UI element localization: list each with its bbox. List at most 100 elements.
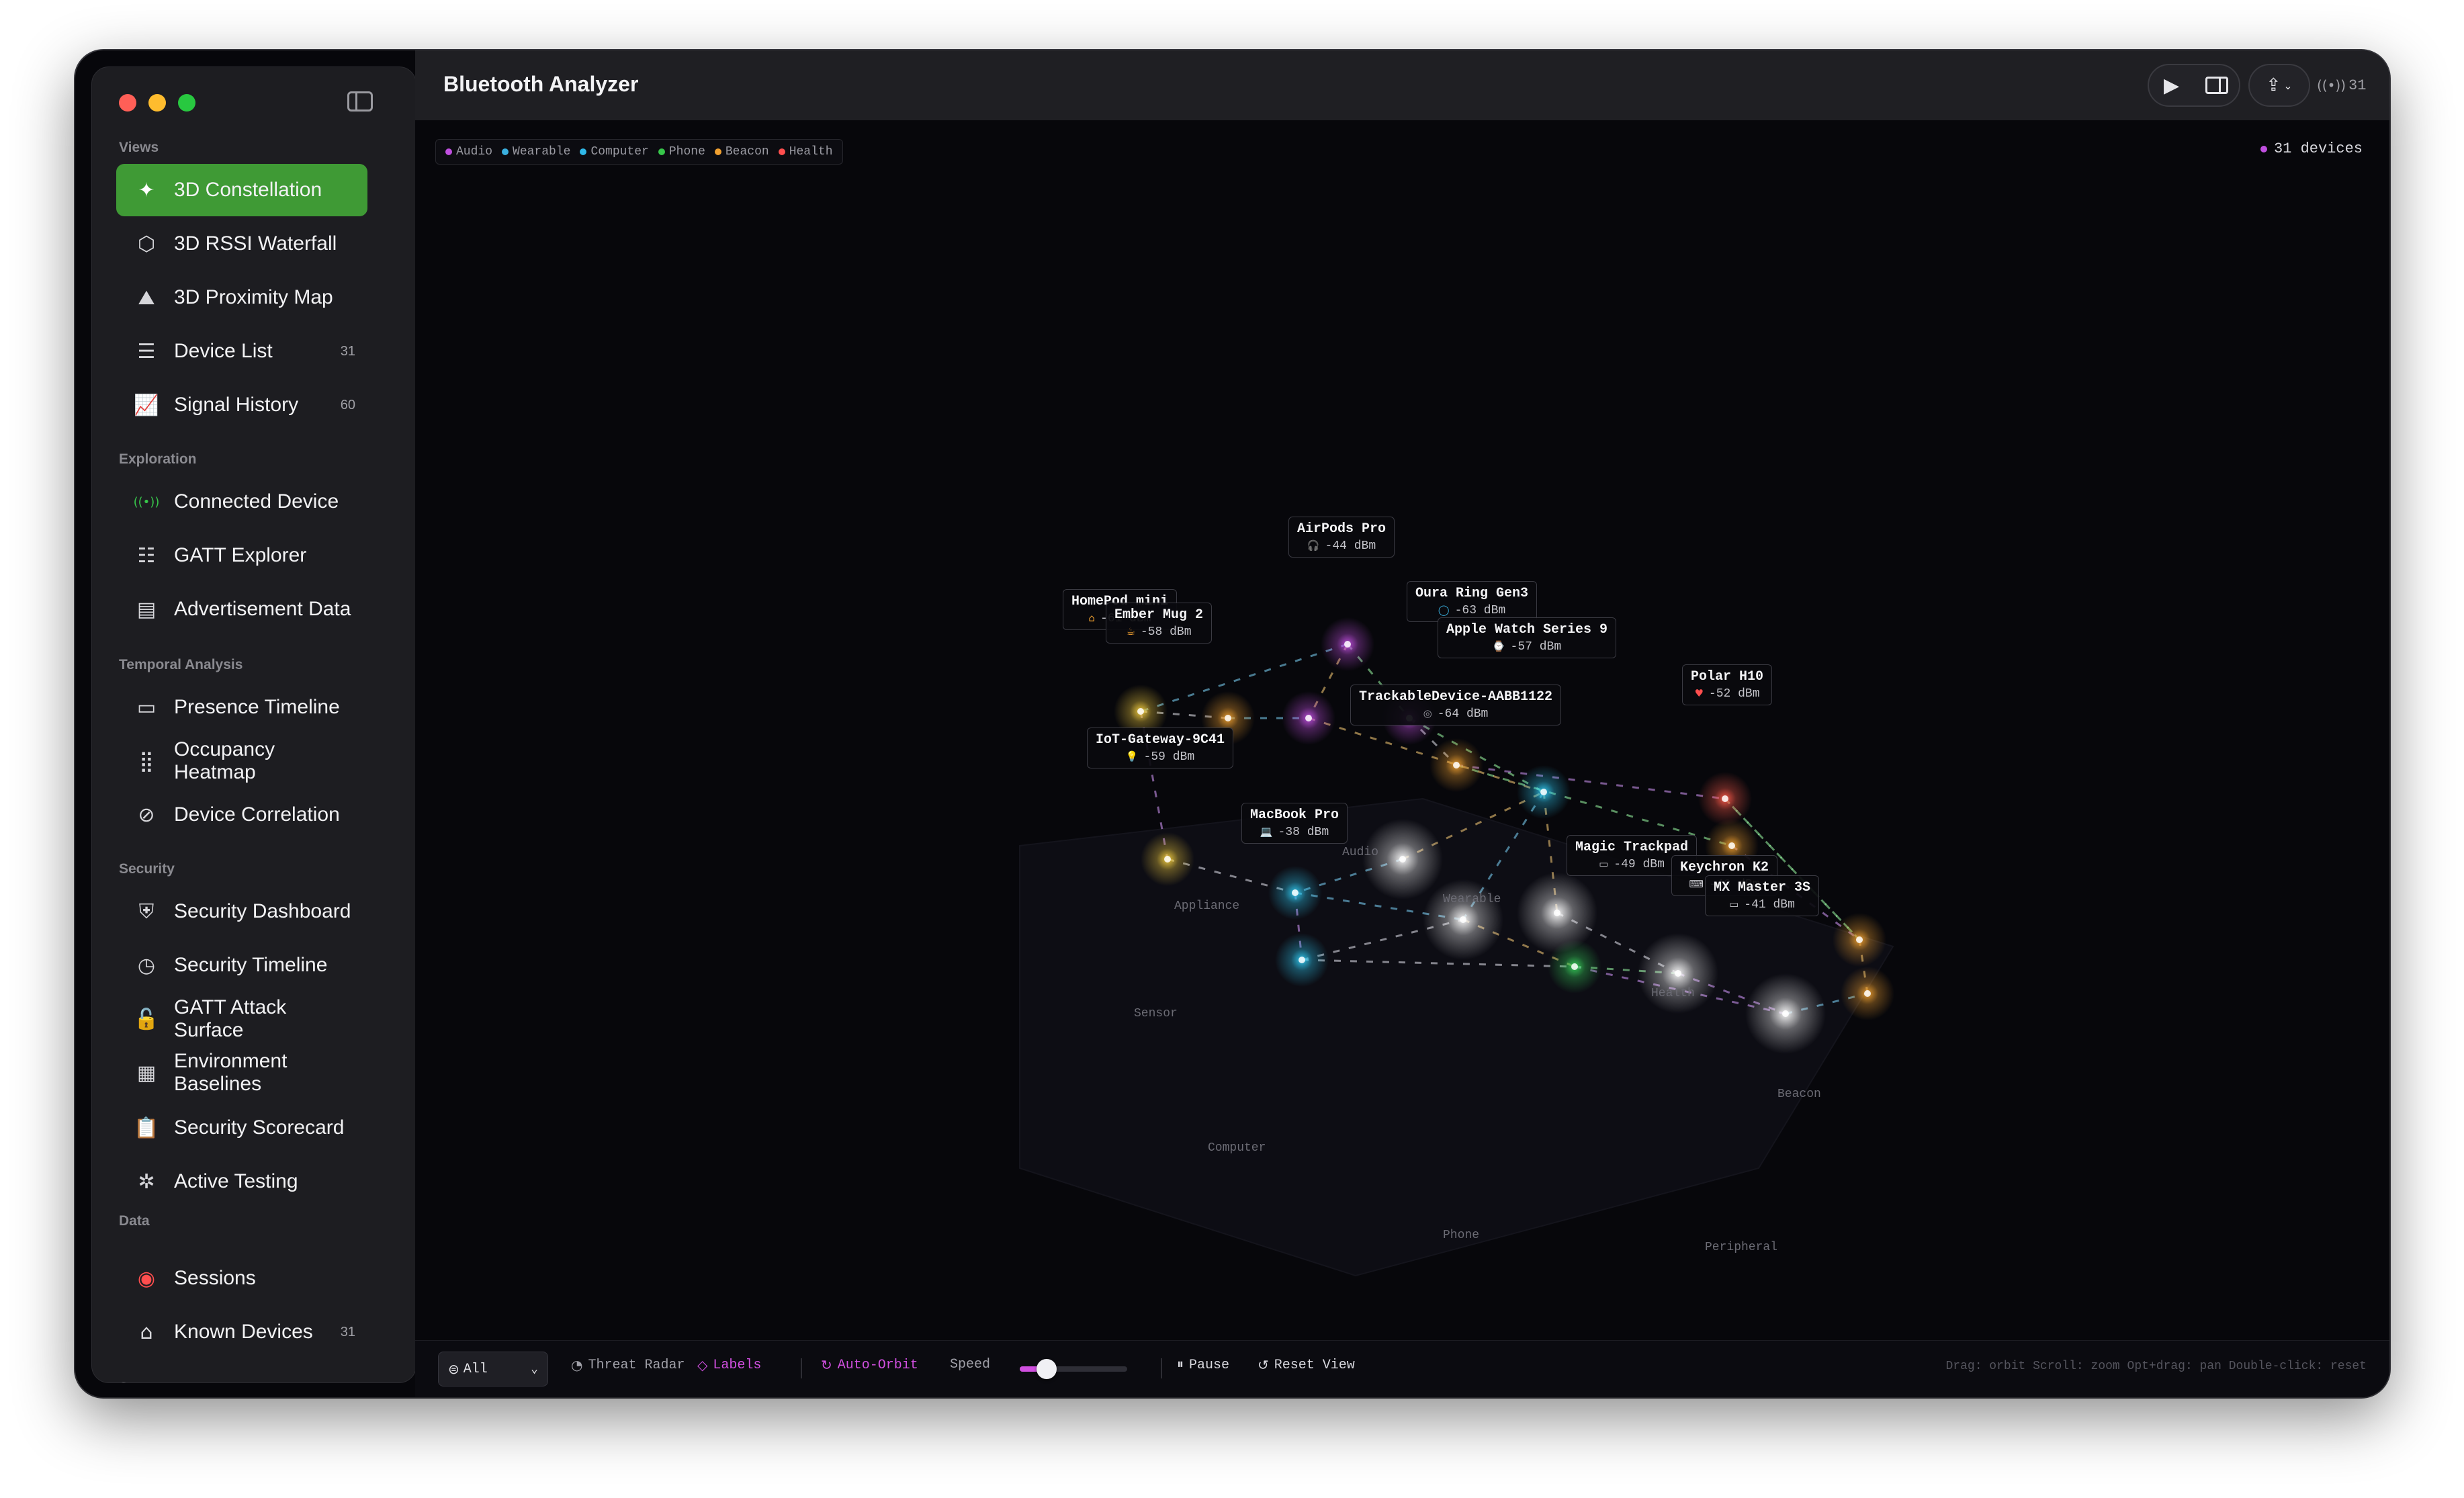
auto-orbit-toggle[interactable]: ↻ Auto-Orbit	[821, 1357, 918, 1373]
legend-dot-icon	[714, 148, 721, 155]
legend-dot-icon	[445, 148, 452, 155]
device-label[interactable]: MX Master 3S ▭ -41 dBm	[1705, 875, 1820, 916]
sidebar-item-device-correlation[interactable]: ⊘ Device Correlation	[116, 789, 367, 841]
device-node	[1460, 916, 1466, 923]
device-rssi: 💻 -38 dBm	[1250, 826, 1339, 839]
sidebar-item-security-scorecard[interactable]: 📋 Security Scorecard	[116, 1102, 367, 1154]
threat-radar-toggle[interactable]: ◔ Threat Radar	[571, 1357, 685, 1373]
sidebar-item-label: Device List	[174, 340, 273, 362]
sidebar-item-connected-device[interactable]: ((•)) Connected Device	[116, 476, 367, 528]
device-label[interactable]: Oura Ring Gen3 ◯ -63 dBm	[1407, 581, 1538, 622]
device-label[interactable]: Polar H10 ♥ -52 dBm	[1682, 664, 1773, 705]
inspector-toggle-button[interactable]	[2194, 65, 2239, 105]
sidebar-item-security-dashboard[interactable]: ⛨ Security Dashboard	[116, 885, 367, 938]
sidebar-item-label: Security Timeline	[174, 954, 328, 976]
sidebar-item-gatt-explorer[interactable]: ☷ GATT Explorer	[116, 529, 367, 582]
device-rssi: ◯ -63 dBm	[1415, 604, 1528, 617]
section-title: Data	[119, 1213, 150, 1229]
device-label[interactable]: AirPods Pro 🎧 -44 dBm	[1288, 517, 1395, 558]
rssi-value: -44 dBm	[1325, 539, 1376, 553]
device-rssi: ◎ -64 dBm	[1359, 707, 1552, 721]
devices-dot-icon	[2260, 145, 2267, 152]
play-button[interactable]: ▶	[2149, 65, 2194, 105]
constellation-scene[interactable]	[415, 120, 2389, 1343]
speed-slider[interactable]	[1020, 1359, 1127, 1379]
sidebar-item-sessions[interactable]: ◉ Sessions	[116, 1252, 367, 1305]
legend-label: Audio	[456, 145, 493, 159]
device-node	[1728, 842, 1735, 849]
sidebar-item-count: 31	[340, 343, 355, 359]
legend-dot-icon	[778, 148, 785, 155]
ladybug-icon: ✲	[138, 1170, 155, 1194]
category-legend: Audio Wearable Computer Phone Beacon Health	[435, 139, 843, 165]
axis-label: Appliance	[1174, 899, 1240, 913]
pause-button[interactable]: ⏸ Pause	[1177, 1357, 1229, 1374]
device-name: Apple Watch Series 9	[1446, 622, 1608, 637]
sidebar-item-active-testing[interactable]: ✲ Active Testing	[116, 1155, 367, 1208]
device-label[interactable]: IoT-Gateway-9C41 💡 -59 dBm	[1087, 728, 1234, 768]
axis-label: Audio	[1342, 846, 1379, 859]
category-filter-select[interactable]: ⊜ All ⌄	[438, 1352, 548, 1386]
clock-shield-icon: ◷	[137, 953, 156, 977]
device-rssi: ⌚ -57 dBm	[1446, 640, 1608, 654]
watch-icon: ⌚	[1492, 640, 1505, 652]
minimize-window-button[interactable]	[148, 94, 166, 112]
title-bar: Bluetooth Analyzer ▶ ⇪ ⌄ ((•)) 31	[415, 50, 2389, 122]
sidebar-item-environment-baselines[interactable]: ▦ Environment Baselines	[116, 1047, 367, 1099]
device-name: TrackableDevice-AABB1122	[1359, 689, 1553, 705]
device-name: IoT-Gateway-9C41	[1096, 732, 1225, 748]
legend-item: Health	[778, 145, 833, 159]
device-count-indicator[interactable]: ((•)) 31	[2317, 64, 2376, 107]
sidebar-item-3d-proximity-map[interactable]: ⛰ 3D Proximity Map	[116, 271, 367, 324]
building-icon: ▦	[136, 1061, 157, 1085]
sidebar-item-known-devices[interactable]: ⌂ Known Devices 31	[116, 1306, 367, 1358]
pause-icon: ⏸	[1177, 1358, 1184, 1373]
chart-line-icon: 📈	[134, 393, 159, 417]
zoom-window-button[interactable]	[178, 94, 195, 112]
device-label[interactable]: Ember Mug 2 ☕ -58 dBm	[1106, 603, 1213, 644]
grid-icon: ⣿	[139, 749, 154, 773]
rssi-value: -59 dBm	[1143, 750, 1195, 764]
sidebar-item-label: Signal History	[174, 394, 299, 416]
sidebar-item-count: 60	[340, 397, 355, 412]
sidebar-item-presence-timeline[interactable]: ▭ Presence Timeline	[116, 681, 367, 734]
close-window-button[interactable]	[119, 94, 136, 112]
axis-label: Beacon	[1777, 1088, 1821, 1101]
device-name: Polar H10	[1691, 669, 1764, 685]
sidebar-item-device-list[interactable]: ☰ Device List 31	[116, 325, 367, 378]
device-label[interactable]: MacBook Pro 💻 -38 dBm	[1241, 803, 1348, 844]
legend-item: Phone	[658, 145, 705, 159]
reset-view-button[interactable]: ↺ Reset View	[1258, 1357, 1355, 1373]
device-label[interactable]: Apple Watch Series 9 ⌚ -57 dBm	[1438, 617, 1617, 658]
legend-item: Computer	[580, 145, 649, 159]
sidebar-toggle-icon[interactable]	[347, 91, 373, 112]
device-rssi: ▭ -41 dBm	[1714, 898, 1810, 912]
sidebar-item-label: Advertisement Data	[174, 598, 351, 620]
section-title: Security	[119, 861, 175, 877]
orbit-icon: ↻	[821, 1357, 832, 1373]
axis-label: Phone	[1443, 1229, 1480, 1242]
share-menu-button[interactable]: ⇪ ⌄	[2248, 64, 2310, 107]
device-label[interactable]: TrackableDevice-AABB1122 ◎ -64 dBm	[1350, 685, 1562, 725]
sidebar-item-occupancy-heatmap[interactable]: ⣿ Occupancy Heatmap	[116, 735, 367, 787]
toolbar-divider	[1161, 1358, 1162, 1378]
toolbar-divider	[801, 1358, 802, 1378]
sidebar-item-advertisement-data[interactable]: ▤ Advertisement Data	[116, 583, 367, 635]
sidebar-item-gatt-attack-surface[interactable]: 🔓 GATT Attack Surface	[116, 993, 367, 1045]
chevron-down-icon: ⌄	[531, 1363, 538, 1376]
sidebar-item-security-timeline[interactable]: ◷ Security Timeline	[116, 939, 367, 992]
sidebar-item-3d-constellation[interactable]: ✦ 3D Constellation	[116, 164, 367, 216]
device-node	[1722, 795, 1728, 802]
device-node	[1164, 856, 1171, 863]
rssi-value: -49 dBm	[1614, 858, 1665, 871]
sidebar-item-3d-rssi-waterfall[interactable]: ⬡ 3D RSSI Waterfall	[116, 218, 367, 270]
heart-icon: ♥	[1694, 687, 1704, 699]
rssi-value: -41 dBm	[1744, 898, 1795, 912]
sidebar-item-label: Device Correlation	[174, 803, 340, 826]
speed-slider-thumb[interactable]	[1037, 1359, 1057, 1379]
labels-toggle[interactable]: ◇ Labels	[697, 1357, 761, 1373]
device-name: Ember Mug 2	[1114, 607, 1204, 623]
sidebar-item-signal-history[interactable]: 📈 Signal History 60	[116, 379, 367, 431]
constellation-canvas[interactable]: Audio Wearable Computer Phone Beacon Health 3…	[415, 120, 2389, 1397]
device-node	[1137, 708, 1144, 715]
